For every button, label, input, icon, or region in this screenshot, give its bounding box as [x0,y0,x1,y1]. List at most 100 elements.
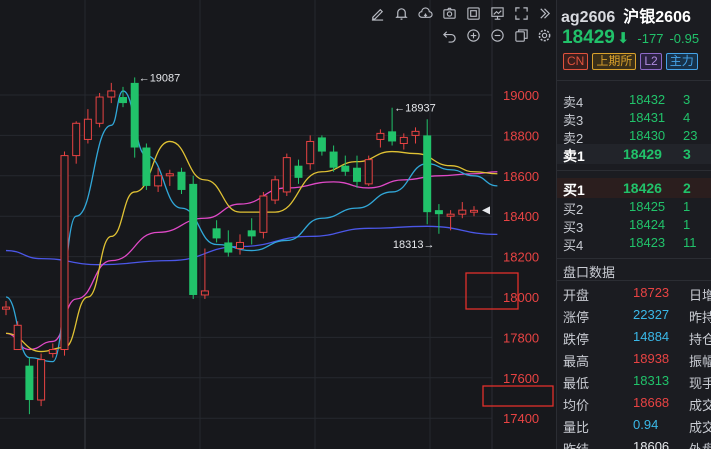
candle-body-down [177,171,186,190]
bid-price: 18424 [629,217,666,232]
bid-label: 买4 [563,238,584,253]
bid-volume: 1 [683,199,691,214]
stat-value: 18668 [633,395,670,410]
bid-row-3[interactable]: 买3 18424 1 [557,215,711,235]
candle-body-up [107,90,116,98]
candle-body-down [329,151,338,168]
candle-body-up [72,122,81,157]
ask-row-2[interactable]: 卖2 18430 23 [557,126,711,146]
presentation-icon[interactable] [488,4,506,22]
candle-body-up [271,179,280,201]
zoom-out-icon[interactable] [488,26,506,44]
candle-body-up [364,159,373,185]
price-axis-label: 18600 [503,169,539,184]
kline-chart[interactable]: 19000 18800 18600 18400 18200 18000 17800 17600… [0,0,556,449]
ask-row-1[interactable]: 卖1 18429 3 [557,144,711,164]
candle-body-up [13,324,22,351]
candle-body-down [294,165,303,178]
copy-icon[interactable] [464,4,482,22]
bid-row-2[interactable]: 买2 18425 1 [557,197,711,217]
stat-label: 外盘 [689,439,711,449]
stat-row-limit-up: 涨停 22327 昨持 [557,304,711,326]
zoom-in-icon[interactable] [464,26,482,44]
bid-price: 18423 [629,235,666,250]
stat-row-avg: 均价 18668 成交 [557,392,711,414]
candle-body-down [189,183,198,295]
ask-volume: 3 [683,146,691,162]
price-change: -177 [637,31,664,46]
pen-icon[interactable] [368,4,386,22]
stat-label: 持仓 [689,332,711,347]
candle-body-down [247,230,256,237]
candle-body-up [376,132,385,140]
arrow-down-icon: ⬇ [616,30,630,47]
stat-label: 昨结 [563,439,589,449]
candle-body-down [142,147,151,186]
stat-label: 昨持 [689,310,711,325]
stat-row-limit-down: 跌停 14884 持仓 [557,326,711,348]
tag-exchange[interactable]: 上期所 [592,53,637,70]
candle-body-up [2,306,10,310]
cloud-icon[interactable] [416,4,434,22]
price-axis-label: 18000 [503,290,539,305]
candle-body-down [130,82,139,148]
stat-value: 18606 [633,439,670,449]
camera-icon[interactable] [440,4,458,22]
ask-row-4[interactable]: 卖4 18432 3 [557,90,711,110]
stat-label: 振幅 [689,354,711,369]
stat-row-high: 最高 18938 振幅 [557,348,711,370]
high-annotation: ←19087 [139,72,181,84]
stat-label: 开盘 [563,288,590,303]
tag-level2[interactable]: L2 [640,53,662,70]
stat-label: 现手 [689,376,711,391]
divider [557,80,711,81]
stat-value: 0.94 [633,417,659,432]
candle-body-up [259,195,268,233]
copy-chart-icon[interactable] [512,26,530,44]
candle-body-up [282,157,291,193]
undo-icon[interactable] [440,26,458,44]
ask-label: 卖1 [563,148,585,164]
candle-body-down [317,137,326,152]
stat-label: 量比 [563,420,590,435]
price-axis-label: 17400 [503,411,539,426]
ask-volume: 3 [683,92,691,107]
bid-volume: 11 [683,235,697,250]
candle-body-down [341,165,350,172]
tag-list: CN 上期所 L2 主力 [563,53,698,70]
symbol-code: ag2606 [561,9,616,26]
stat-label: 日增 [689,288,711,303]
bid-row-4[interactable]: 买4 18423 11 [557,233,711,253]
candle-body-down [434,210,443,215]
symbol-header: ag2606 沪银2606 [561,3,691,27]
settings-icon[interactable] [535,26,553,44]
symbol-name: 沪银2606 [623,9,691,26]
candle-body-down [212,228,221,239]
stat-label: 最低 [563,376,590,391]
ask-row-3[interactable]: 卖3 18431 4 [557,108,711,128]
candle-body-up [236,241,244,250]
price-axis-label: 18400 [503,209,539,224]
bid-price: 18425 [629,199,666,214]
quote-panel: ag2606 沪银2606 18429 ⬇ -177 -0.95 CN 上期所 L2 主… [556,0,711,449]
candle-body-up [83,118,92,140]
tag-main-contract[interactable]: 主力 [665,53,698,70]
price-row: 18429 ⬇ -177 -0.95 [562,27,699,49]
ask-volume: 4 [683,110,691,125]
collapse-panel-icon[interactable] [535,4,553,22]
price-axis-label: 17800 [503,330,539,345]
candle-body-up [470,209,478,213]
candle-body-down [224,242,233,253]
bell-icon[interactable] [392,4,410,22]
stat-value: 18723 [633,285,670,300]
highlight-box [482,385,554,407]
expand-icon[interactable] [512,4,530,22]
candle-body-up [48,349,57,355]
divider [557,280,711,281]
kline-chart-area[interactable]: 19000 18800 18600 18400 18200 18000 17800 17600… [0,0,556,449]
tag-market[interactable]: CN [563,53,589,70]
bid-row-1[interactable]: 买1 18426 2 [557,178,711,198]
candle-body-up [306,140,315,165]
candle-body-up [154,175,163,187]
candle-body-up [446,213,455,217]
